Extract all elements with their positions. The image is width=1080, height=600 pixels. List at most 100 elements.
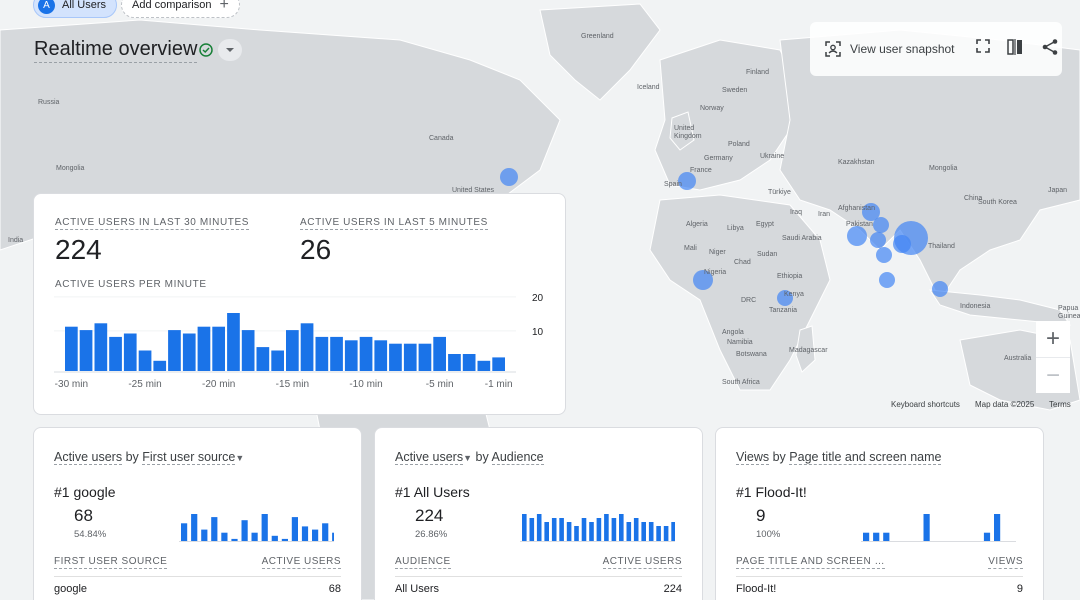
- divider: [395, 576, 682, 577]
- map-label-sudan: Sudan: [757, 251, 777, 258]
- map-label-spain: Spain: [664, 181, 682, 188]
- bar[interactable]: [123, 333, 137, 372]
- bar[interactable]: [271, 350, 284, 372]
- bar[interactable]: [227, 313, 240, 371]
- column-header-metric[interactable]: ACTIVE USERS: [602, 556, 682, 569]
- bar[interactable]: [300, 323, 314, 371]
- bar[interactable]: [462, 354, 476, 371]
- segment-chip-all-users[interactable]: A All Users: [33, 0, 118, 18]
- bar[interactable]: [389, 343, 402, 371]
- bar[interactable]: [344, 340, 358, 371]
- top-item-name: google: [73, 484, 116, 500]
- card-title: Views by Page title and screen name: [736, 450, 942, 465]
- fullscreen-icon[interactable]: [975, 38, 991, 54]
- top-item: #1 Flood-It!: [736, 484, 807, 500]
- segment-label: All Users: [62, 0, 107, 11]
- view-user-snapshot-button[interactable]: View user snapshot: [818, 34, 961, 64]
- zoom-out-button[interactable]: −: [1036, 357, 1070, 393]
- map-label-japan: Japan: [1048, 187, 1067, 194]
- bar[interactable]: [433, 336, 446, 371]
- map-label-chad: Chad: [734, 259, 751, 266]
- by-word: by: [772, 450, 786, 464]
- terms-link[interactable]: Terms: [1049, 400, 1071, 409]
- spark-bar: [181, 523, 188, 542]
- row-name: All Users: [395, 583, 440, 595]
- dimension-selector[interactable]: Page title and screen name: [789, 450, 942, 465]
- map-label-afghanistan: Afghanistan: [838, 205, 875, 212]
- column-header-metric[interactable]: ACTIVE USERS: [261, 556, 341, 569]
- map-label-libya: Libya: [727, 225, 744, 232]
- bar[interactable]: [109, 336, 122, 371]
- bar[interactable]: [315, 336, 329, 371]
- bar[interactable]: [492, 357, 505, 371]
- bar[interactable]: [241, 330, 255, 371]
- metric-selector[interactable]: Active users: [395, 450, 464, 465]
- snapshot-label: View user snapshot: [850, 42, 955, 56]
- bar[interactable]: [138, 350, 152, 372]
- compare-icon[interactable]: [1006, 38, 1024, 56]
- metric-selector[interactable]: Views: [736, 450, 770, 465]
- bar[interactable]: [403, 343, 417, 371]
- bar[interactable]: [359, 336, 373, 371]
- column-header-dimension[interactable]: AUDIENCE: [395, 556, 451, 569]
- dot-india-south: [876, 247, 892, 263]
- column-header-dimension[interactable]: PAGE TITLE AND SCREEN …: [736, 556, 885, 569]
- column-header-metric[interactable]: VIEWS: [988, 556, 1023, 569]
- bar[interactable]: [94, 323, 108, 371]
- title-dropdown-button[interactable]: [218, 39, 242, 61]
- top-item-value: 9: [756, 506, 766, 525]
- bar[interactable]: [374, 340, 388, 371]
- x-tick-label: -20 min: [202, 379, 235, 390]
- bar[interactable]: [330, 336, 343, 371]
- active-users-30-value: 224: [55, 234, 102, 265]
- map-label-saudi-arabia: Saudi Arabia: [782, 235, 822, 242]
- bar[interactable]: [168, 330, 181, 371]
- caret-down-icon[interactable]: ▼: [235, 453, 244, 463]
- bar[interactable]: [79, 330, 93, 371]
- spark-bar: [873, 532, 880, 542]
- by-word: by: [125, 450, 139, 464]
- divider: [736, 576, 1023, 577]
- map-label-mali: Mali: [684, 245, 697, 252]
- keyboard-shortcuts-link[interactable]: Keyboard shortcuts: [891, 400, 960, 409]
- dimension-selector[interactable]: First user source: [142, 450, 236, 465]
- metric-selector[interactable]: Active users: [54, 450, 123, 465]
- share-icon[interactable]: [1041, 38, 1059, 56]
- spark-bar: [611, 518, 617, 542]
- sparkline: [861, 514, 1016, 542]
- card-title: Active users▼ by Audience: [395, 450, 544, 465]
- bar[interactable]: [182, 333, 196, 372]
- top-item-percent: 54.84%: [74, 529, 107, 540]
- spark-bar: [633, 518, 639, 542]
- map-data-attribution: Map data ©2025: [975, 400, 1035, 409]
- y-tick-label: 10: [532, 327, 544, 338]
- bar[interactable]: [212, 326, 225, 371]
- map-label-mongolia-left: Mongolia: [56, 165, 85, 172]
- spark-bar: [332, 532, 334, 542]
- bar[interactable]: [477, 360, 491, 371]
- map-label-namibia: Namibia: [727, 339, 753, 346]
- bar[interactable]: [256, 347, 270, 371]
- top-item-percent: 26.86%: [415, 529, 448, 540]
- x-tick-label: -1 min: [485, 379, 513, 390]
- bar[interactable]: [153, 360, 167, 371]
- map-label-angola: Angola: [722, 329, 744, 336]
- spark-bar: [671, 522, 675, 542]
- dot-us-east: [500, 168, 518, 186]
- caret-down-icon[interactable]: ▼: [463, 453, 472, 463]
- add-comparison-button[interactable]: Add comparison +: [121, 0, 240, 18]
- dimension-selector[interactable]: Audience: [491, 450, 544, 465]
- zoom-in-button[interactable]: +: [1036, 321, 1070, 357]
- spark-bar: [574, 526, 579, 542]
- bar[interactable]: [418, 343, 432, 371]
- column-header-dimension[interactable]: FIRST USER SOURCE: [54, 556, 168, 569]
- spark-bar: [536, 514, 542, 542]
- bar[interactable]: [65, 326, 78, 371]
- bar[interactable]: [286, 330, 299, 371]
- rank: #1: [54, 484, 70, 500]
- spark-bar: [923, 514, 930, 542]
- bar[interactable]: [448, 354, 461, 371]
- bar[interactable]: [197, 326, 211, 371]
- spark-bar: [656, 526, 661, 542]
- active-users-5-label: ACTIVE USERS IN LAST 5 MINUTES: [300, 217, 488, 230]
